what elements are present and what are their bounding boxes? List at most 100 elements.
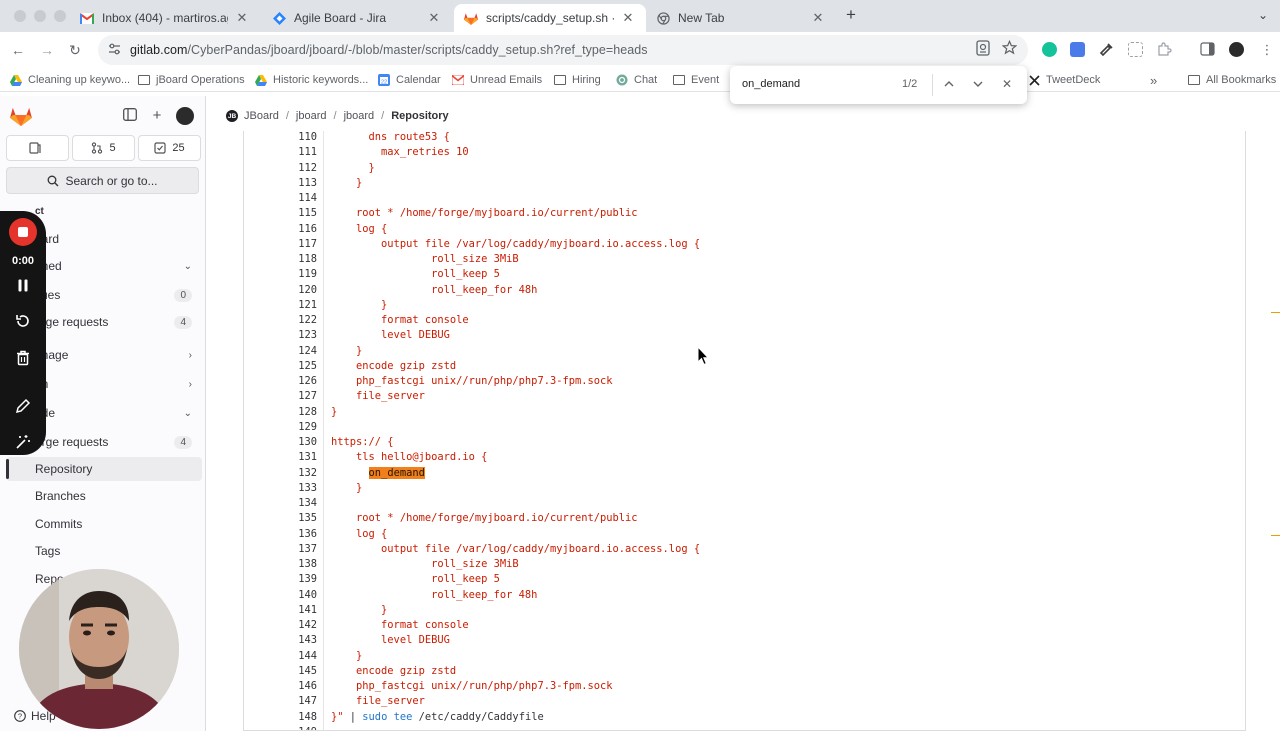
pause-icon[interactable] [13, 275, 33, 295]
line-number[interactable]: 126 [244, 374, 317, 389]
puzzle-extensions-icon[interactable] [1157, 42, 1172, 57]
bookmark-item[interactable]: Event [673, 72, 719, 88]
line-number[interactable]: 125 [244, 359, 317, 374]
line-number[interactable]: 113 [244, 176, 317, 191]
address-bar[interactable]: gitlab.com/CyberPandas/jboard/jboard/-/b… [98, 35, 1028, 65]
issues-assigned-button[interactable] [6, 135, 69, 161]
breadcrumb-item[interactable]: JBoard [244, 110, 279, 122]
breadcrumb-item[interactable]: jboard [344, 110, 375, 122]
line-number[interactable]: 111 [244, 145, 317, 160]
line-number[interactable]: 121 [244, 298, 317, 313]
webcam-bubble[interactable] [19, 569, 179, 729]
stop-recording-button[interactable] [9, 218, 37, 246]
line-number[interactable]: 136 [244, 527, 317, 542]
sidebar-toggle-icon[interactable] [122, 108, 138, 124]
line-number[interactable]: 145 [244, 664, 317, 679]
line-number[interactable]: 135 [244, 511, 317, 526]
line-number[interactable]: 138 [244, 557, 317, 572]
line-number[interactable]: 129 [244, 420, 317, 435]
tab-gmail[interactable]: Inbox (404) - martiros.aghajan ✕ [70, 4, 260, 32]
line-number[interactable]: 143 [244, 633, 317, 648]
line-number[interactable]: 118 [244, 252, 317, 267]
line-number[interactable]: 144 [244, 649, 317, 664]
tab-new-tab[interactable]: New Tab ✕ [646, 4, 836, 32]
bookmark-item[interactable]: Cleaning up keywo... [10, 72, 130, 88]
tab-jira[interactable]: Agile Board - Jira ✕ [262, 4, 452, 32]
bookmark-item[interactable]: TweetDeck [1028, 72, 1100, 88]
line-number[interactable]: 141 [244, 603, 317, 618]
grammarly-icon[interactable] [1042, 42, 1057, 57]
line-number[interactable]: 149 [244, 725, 317, 730]
find-previous-chevron-up-icon[interactable] [941, 76, 957, 92]
search-or-go-to-button[interactable]: Search or go to... [6, 167, 199, 194]
line-number[interactable]: 137 [244, 542, 317, 557]
close-icon[interactable]: ✕ [620, 10, 636, 26]
bookmark-star-icon[interactable] [1001, 39, 1018, 56]
reading-mode-icon[interactable] [976, 40, 992, 56]
line-number[interactable]: 146 [244, 679, 317, 694]
all-bookmarks[interactable]: All Bookmarks [1188, 72, 1276, 88]
bookmark-item[interactable]: Unread Emails [452, 72, 542, 88]
reload-icon[interactable]: ↻ [66, 41, 84, 59]
line-number[interactable]: 112 [244, 161, 317, 176]
line-number[interactable]: 142 [244, 618, 317, 633]
line-number[interactable]: 140 [244, 588, 317, 603]
gitlab-logo-icon[interactable] [10, 106, 32, 126]
side-panel-icon[interactable] [1200, 42, 1215, 57]
translate-icon[interactable] [1070, 42, 1085, 57]
line-number[interactable]: 127 [244, 389, 317, 404]
sidebar-item-commits[interactable]: Commits [6, 512, 202, 536]
bookmark-item[interactable]: jBoard Operations [138, 72, 245, 88]
pen-draw-icon[interactable] [13, 396, 33, 416]
line-number[interactable]: 123 [244, 328, 317, 343]
line-number[interactable]: 147 [244, 694, 317, 709]
bookmark-item[interactable]: Historic keywords... [255, 72, 368, 88]
line-number[interactable]: 116 [244, 222, 317, 237]
tab-gitlab[interactable]: scripts/caddy_setup.sh · master ✕ [454, 4, 646, 32]
screenshot-icon[interactable] [1128, 42, 1143, 57]
user-avatar[interactable] [176, 107, 194, 125]
tab-search-chevron-icon[interactable]: ⌄ [1258, 8, 1268, 22]
todos-button[interactable]: 25 [138, 135, 201, 161]
window-zoom-dot[interactable] [54, 10, 66, 22]
line-number[interactable]: 133 [244, 481, 317, 496]
close-icon[interactable]: ✕ [810, 10, 826, 26]
line-number[interactable]: 124 [244, 344, 317, 359]
plus-create-icon[interactable]: + [149, 108, 165, 124]
sidebar-item-tags[interactable]: Tags [6, 539, 202, 563]
back-arrow-icon[interactable]: ← [9, 41, 27, 59]
line-number[interactable]: 134 [244, 496, 317, 511]
line-number[interactable]: 132 [244, 466, 317, 481]
close-icon[interactable]: ✕ [426, 10, 442, 26]
restart-icon[interactable] [13, 311, 33, 331]
forward-arrow-icon[interactable]: → [38, 41, 56, 59]
close-icon[interactable]: ✕ [234, 10, 250, 26]
line-number[interactable]: 114 [244, 191, 317, 206]
line-number[interactable]: 115 [244, 206, 317, 221]
find-next-chevron-down-icon[interactable] [970, 76, 986, 92]
sidebar-item-repository[interactable]: Repository [6, 457, 202, 481]
line-number[interactable]: 131 [244, 450, 317, 465]
line-number[interactable]: 148 [244, 710, 317, 725]
sidebar-item-branches[interactable]: Branches [6, 484, 202, 508]
merge-requests-button[interactable]: 5 [72, 135, 135, 161]
effects-sparkle-icon[interactable] [13, 432, 33, 452]
bookmark-item[interactable]: Chat [616, 72, 657, 88]
breadcrumb-item[interactable]: jboard [296, 110, 327, 122]
line-number[interactable]: 119 [244, 267, 317, 282]
line-number[interactable]: 117 [244, 237, 317, 252]
breadcrumb-current[interactable]: Repository [391, 110, 448, 122]
line-number[interactable]: 128 [244, 405, 317, 420]
extension-tool-icon[interactable] [1099, 42, 1114, 57]
line-number[interactable]: 110 [244, 131, 317, 145]
find-close-icon[interactable]: ✕ [999, 76, 1015, 92]
line-number[interactable]: 120 [244, 283, 317, 298]
window-minimize-dot[interactable] [34, 10, 46, 22]
kebab-menu-icon[interactable]: ⋮ [1258, 41, 1276, 59]
profile-avatar[interactable] [1229, 42, 1244, 57]
bookmark-item[interactable]: 22 Calendar [378, 72, 441, 88]
line-number[interactable]: 130 [244, 435, 317, 450]
line-number[interactable]: 122 [244, 313, 317, 328]
trash-icon[interactable] [13, 348, 33, 368]
site-info-icon[interactable] [108, 43, 122, 57]
